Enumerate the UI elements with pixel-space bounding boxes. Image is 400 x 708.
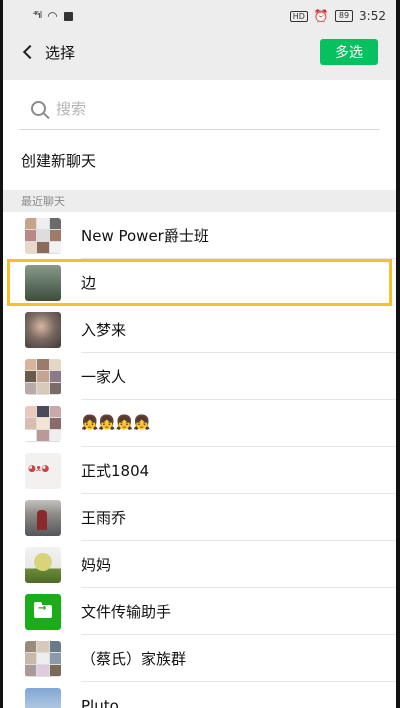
recent-chats-label: 最近聊天 xyxy=(3,190,396,212)
chat-name: 王雨乔 xyxy=(81,494,396,541)
chevron-left-icon[interactable] xyxy=(22,44,38,60)
signal-icon: ⁴⁶ıl xyxy=(33,11,42,21)
chat-item[interactable]: 正式1804 xyxy=(3,447,396,494)
chat-item[interactable]: New Power爵士班 xyxy=(3,212,396,259)
search-input[interactable]: 搜索 xyxy=(19,88,380,130)
hd-icon: HD xyxy=(289,10,308,22)
chat-list: New Power爵士班 边 入梦来 一家人 👧👧👧👧 ◕ᴥ◕ 正式1804 王… xyxy=(3,212,396,708)
chat-item[interactable]: （蔡氏）家族群 xyxy=(3,635,396,682)
group-avatar xyxy=(25,405,61,442)
multi-select-button[interactable]: 多选 xyxy=(320,39,378,65)
folder-icon xyxy=(25,593,61,630)
chat-item[interactable]: 入梦来 xyxy=(3,306,396,353)
chat-item[interactable]: 文件传输助手 xyxy=(3,588,396,635)
clock: 3:52 xyxy=(359,9,386,23)
chat-name: 正式1804 xyxy=(81,447,396,494)
chat-item-highlighted[interactable]: 边 xyxy=(7,259,392,306)
chat-name: 妈妈 xyxy=(81,541,396,588)
wifi-icon: ◠ xyxy=(47,9,58,23)
chat-item[interactable]: Pluto xyxy=(3,682,396,708)
chat-item[interactable]: 👧👧👧👧 xyxy=(3,400,396,447)
chat-name: 文件传输助手 xyxy=(81,588,396,635)
folder-transfer-icon xyxy=(34,602,52,618)
chat-item[interactable]: 一家人 xyxy=(3,353,396,400)
photo-avatar xyxy=(25,264,61,301)
group-avatar xyxy=(25,640,61,677)
notification-icon xyxy=(63,11,73,21)
chat-name: 一家人 xyxy=(81,353,396,400)
alarm-icon: ⏰ xyxy=(313,9,329,23)
photo-avatar xyxy=(25,311,61,348)
group-avatar xyxy=(25,217,61,254)
chat-name: New Power爵士班 xyxy=(81,212,396,259)
chat-selector-screen: ⁴⁶ıl ◠ HD ⏰ 89 3:52 选择 多选 搜索 创建新聊天 最近聊天 xyxy=(3,0,396,708)
battery-icon: 89 xyxy=(334,10,354,22)
chat-item[interactable]: 妈妈 xyxy=(3,541,396,588)
group-avatar xyxy=(25,358,61,395)
photo-avatar xyxy=(25,499,61,536)
cat-icon xyxy=(25,452,61,489)
chat-name: 入梦来 xyxy=(81,306,396,353)
chat-name: 👧👧👧👧 xyxy=(81,400,396,447)
status-bar: ⁴⁶ıl ◠ HD ⏰ 89 3:52 xyxy=(3,0,396,32)
chat-item[interactable]: 王雨乔 xyxy=(3,494,396,541)
chat-name: Pluto xyxy=(81,696,119,708)
search-placeholder: 搜索 xyxy=(56,100,87,118)
photo-avatar xyxy=(25,546,61,583)
chat-name: （蔡氏）家族群 xyxy=(81,635,396,682)
search-icon xyxy=(31,101,46,116)
navbar: 选择 多选 xyxy=(3,34,396,70)
page-title: 选择 xyxy=(45,43,76,62)
chat-name: 边 xyxy=(81,274,97,292)
photo-avatar xyxy=(25,687,61,708)
search-section: 搜索 xyxy=(3,80,396,130)
create-new-chat[interactable]: 创建新聊天 xyxy=(3,130,396,190)
